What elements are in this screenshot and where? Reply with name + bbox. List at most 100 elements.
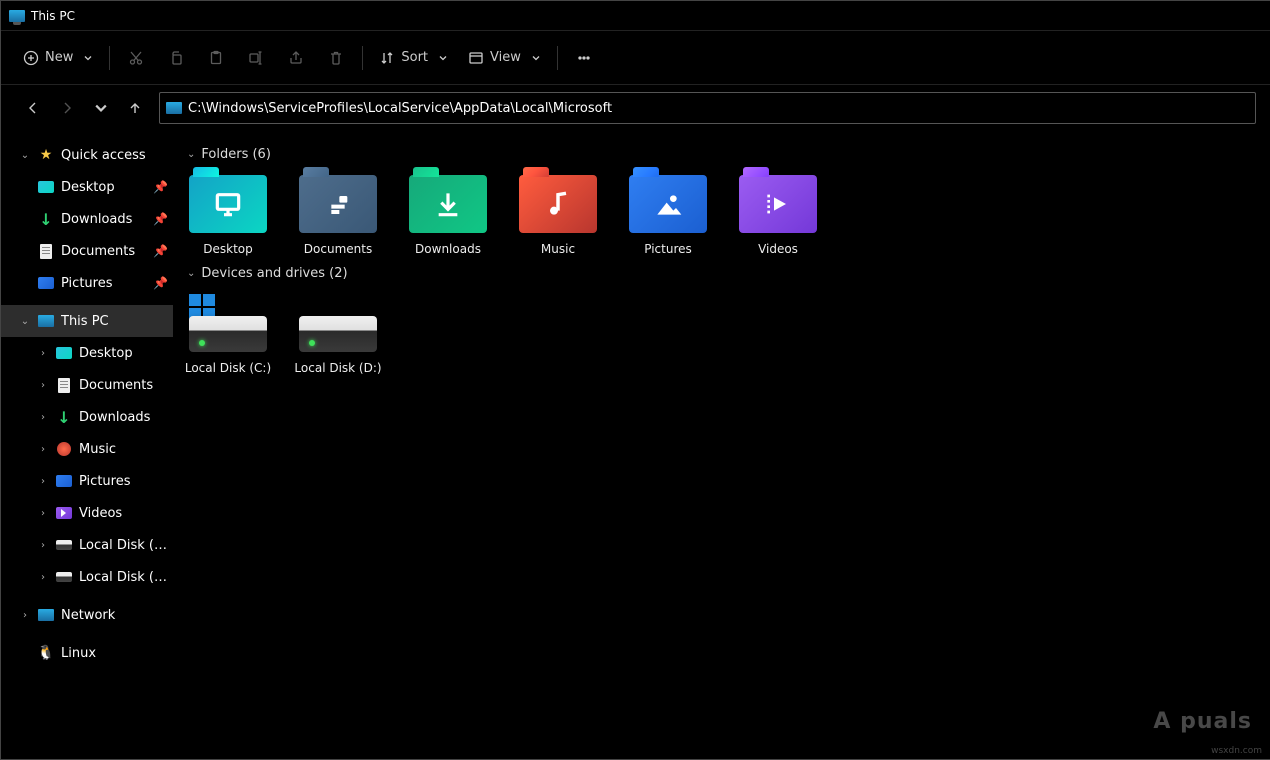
forward-button[interactable] xyxy=(57,98,77,118)
rename-button[interactable] xyxy=(238,40,274,76)
sidebar-item-this-pc[interactable]: ⌄ This PC xyxy=(1,305,173,337)
paste-button[interactable] xyxy=(198,40,234,76)
music-folder-icon xyxy=(519,175,597,233)
toolbar: New Sort View xyxy=(1,31,1270,85)
drive-local-d[interactable]: Local Disk (D:) xyxy=(297,291,379,375)
sidebar-item-documents[interactable]: Documents 📌 xyxy=(1,235,173,267)
drive-local-c[interactable]: Local Disk (C:) xyxy=(187,291,269,375)
chevron-right-icon: › xyxy=(37,476,49,487)
sidebar-label: Downloads xyxy=(61,212,147,227)
chevron-right-icon: › xyxy=(37,380,49,391)
chevron-down-icon: ⌄ xyxy=(187,149,195,160)
sidebar-label: This PC xyxy=(61,314,167,329)
linux-icon: 🐧 xyxy=(37,644,55,662)
item-label: Documents xyxy=(304,242,372,256)
desktop-folder-icon xyxy=(189,175,267,233)
documents-icon xyxy=(58,378,70,393)
copy-button[interactable] xyxy=(158,40,194,76)
sort-button[interactable]: Sort xyxy=(371,40,456,76)
this-pc-icon xyxy=(38,315,54,327)
chevron-down-icon: ⌄ xyxy=(19,150,31,161)
sidebar-item-downloads[interactable]: ›↓Downloads xyxy=(1,401,173,433)
chevron-right-icon: › xyxy=(37,540,49,551)
sidebar-item-downloads[interactable]: ↓ Downloads 📌 xyxy=(1,203,173,235)
drive-icon xyxy=(299,294,377,352)
sidebar-item-pictures[interactable]: Pictures 📌 xyxy=(1,267,173,299)
sidebar-label: Linux xyxy=(61,646,167,661)
sidebar-item-videos[interactable]: ›Videos xyxy=(1,497,173,529)
folder-documents[interactable]: Documents xyxy=(297,172,379,256)
group-header-drives[interactable]: ⌄ Devices and drives (2) xyxy=(187,266,1256,281)
back-button[interactable] xyxy=(23,98,43,118)
new-label: New xyxy=(45,50,73,65)
body: ⌄ ★ Quick access Desktop 📌 ↓ Downloads 📌… xyxy=(1,131,1270,759)
more-button[interactable] xyxy=(566,40,602,76)
downloads-icon: ↓ xyxy=(55,408,73,426)
pin-icon: 📌 xyxy=(153,212,167,226)
sidebar-item-music[interactable]: ›Music xyxy=(1,433,173,465)
pin-icon: 📌 xyxy=(153,180,167,194)
videos-folder-icon xyxy=(739,175,817,233)
group-title: Devices and drives (2) xyxy=(201,266,347,281)
share-button[interactable] xyxy=(278,40,314,76)
item-label: Pictures xyxy=(644,242,692,256)
chevron-down-icon: ⌄ xyxy=(19,316,31,327)
sort-label: Sort xyxy=(401,50,428,65)
item-label: Videos xyxy=(758,242,798,256)
folder-pictures[interactable]: Pictures xyxy=(627,172,709,256)
recent-button[interactable] xyxy=(91,98,111,118)
desktop-icon xyxy=(56,347,72,359)
view-icon xyxy=(468,50,484,66)
chevron-right-icon: › xyxy=(37,444,49,455)
folder-music[interactable]: Music xyxy=(517,172,599,256)
sidebar-item-desktop[interactable]: ›Desktop xyxy=(1,337,173,369)
delete-icon xyxy=(328,50,344,66)
sidebar-label: Desktop xyxy=(61,180,147,195)
view-button[interactable]: View xyxy=(460,40,549,76)
folder-downloads[interactable]: Downloads xyxy=(407,172,489,256)
sidebar-label: Documents xyxy=(61,244,147,259)
sidebar-item-network[interactable]: › Network xyxy=(1,599,173,631)
sidebar-item-local-disk-d[interactable]: ›Local Disk (D:) xyxy=(1,561,173,593)
sidebar-item-quick-access[interactable]: ⌄ ★ Quick access xyxy=(1,139,173,171)
sidebar-label: Quick access xyxy=(61,148,167,163)
desktop-icon xyxy=(38,181,54,193)
sidebar-label: Documents xyxy=(79,378,167,393)
sidebar-item-pictures[interactable]: › Pictures xyxy=(1,465,173,497)
up-button[interactable] xyxy=(125,98,145,118)
star-icon: ★ xyxy=(37,146,55,164)
sort-icon xyxy=(379,50,395,66)
address-input[interactable] xyxy=(188,101,1249,116)
group-header-folders[interactable]: ⌄ Folders (6) xyxy=(187,147,1256,162)
sidebar-label: Pictures xyxy=(79,474,167,489)
paste-icon xyxy=(208,50,224,66)
folder-desktop[interactable]: Desktop xyxy=(187,172,269,256)
item-label: Desktop xyxy=(203,242,253,256)
chevron-right-icon: › xyxy=(37,348,49,359)
sidebar-label: Local Disk (D:) xyxy=(79,570,167,585)
videos-icon xyxy=(56,507,72,519)
drive-icon xyxy=(56,540,72,550)
pin-icon: 📌 xyxy=(153,244,167,258)
address-bar[interactable] xyxy=(159,92,1256,124)
copy-icon xyxy=(168,50,184,66)
cut-icon xyxy=(128,50,144,66)
share-icon xyxy=(288,50,304,66)
cut-button[interactable] xyxy=(118,40,154,76)
rename-icon xyxy=(248,50,264,66)
drives-group: Local Disk (C:) Local Disk (D:) xyxy=(187,291,1256,375)
navigation-pane: ⌄ ★ Quick access Desktop 📌 ↓ Downloads 📌… xyxy=(1,131,173,759)
sidebar-label: Pictures xyxy=(61,276,147,291)
sidebar-label: Network xyxy=(61,608,167,623)
delete-button[interactable] xyxy=(318,40,354,76)
sidebar-label: Downloads xyxy=(79,410,167,425)
pictures-folder-icon xyxy=(629,175,707,233)
folder-videos[interactable]: Videos xyxy=(737,172,819,256)
sidebar-item-local-disk-c[interactable]: ›Local Disk (C:) xyxy=(1,529,173,561)
sidebar-item-documents[interactable]: › Documents xyxy=(1,369,173,401)
content-area: ⌄ Folders (6) Desktop Documents Download… xyxy=(173,131,1270,759)
new-button[interactable]: New xyxy=(15,40,101,76)
sidebar-item-linux[interactable]: 🐧 Linux xyxy=(1,637,173,669)
sidebar-item-desktop[interactable]: Desktop 📌 xyxy=(1,171,173,203)
chevron-down-icon xyxy=(438,53,448,63)
